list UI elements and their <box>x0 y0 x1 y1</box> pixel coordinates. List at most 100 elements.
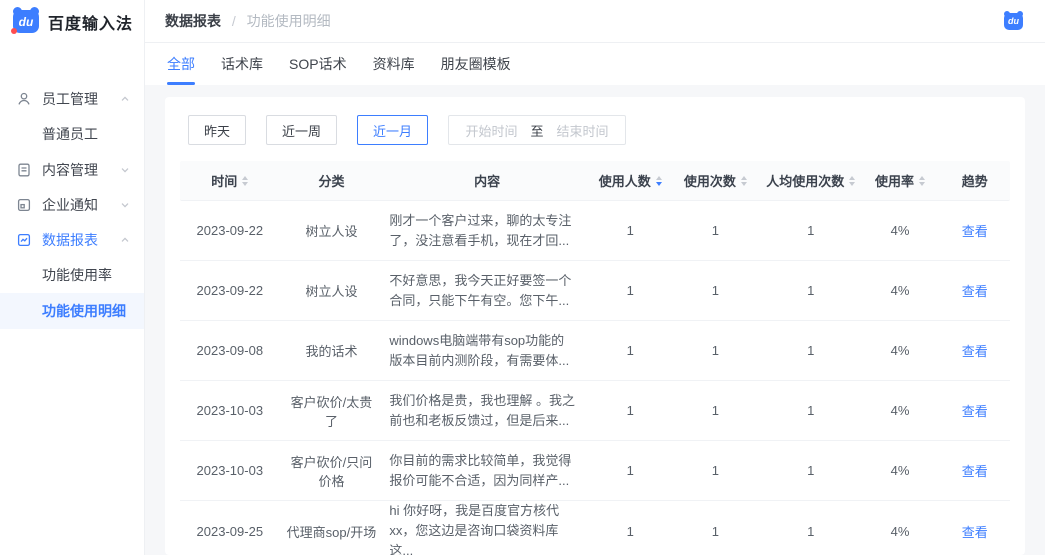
start-date-placeholder[interactable]: 开始时间 <box>466 121 518 140</box>
column-header-times[interactable]: 使用次数 <box>670 171 761 190</box>
view-link[interactable]: 查看 <box>962 284 988 299</box>
table-header-row: 时间分类内容使用人数使用次数人均使用次数使用率趋势 <box>180 161 1010 201</box>
breadcrumb: 数据报表 / 功能使用明细 <box>165 11 331 31</box>
column-label: 趋势 <box>962 171 988 190</box>
tab-sop-script[interactable]: SOP话术 <box>287 43 349 85</box>
cell-time: 2023-09-22 <box>180 283 280 298</box>
cell-users: 1 <box>591 283 670 298</box>
cell-rate: 4% <box>861 463 940 478</box>
quick-range-buttons: 昨天近一周近一月 <box>188 115 448 145</box>
cell-trend: 查看 <box>939 401 1010 420</box>
report-chart-icon <box>16 232 32 248</box>
view-link[interactable]: 查看 <box>962 344 988 359</box>
app-window: du 百度输入法 员工管理普通员工内容管理企业通知数据报表功能使用率功能使用明细… <box>0 0 1045 555</box>
cell-time: 2023-10-03 <box>180 463 280 478</box>
sort-icon[interactable] <box>741 176 747 186</box>
table-row: 2023-09-08我的话术windows电脑端带有sop功能的版本目前内测阶段… <box>180 321 1010 381</box>
filter-button-last-week[interactable]: 近一周 <box>266 115 337 145</box>
cell-content: 你目前的需求比较简单，我觉得报价可能不合适，因为同样产... <box>383 451 591 491</box>
top-bar: 数据报表 / 功能使用明细 du <box>145 0 1045 43</box>
column-header-rate[interactable]: 使用率 <box>861 171 940 190</box>
cell-time: 2023-09-25 <box>180 524 280 539</box>
cell-time: 2023-10-03 <box>180 403 280 418</box>
baidu-bear-icon: du <box>13 10 39 33</box>
cell-rate: 4% <box>861 403 940 418</box>
cell-content: 不好意思，我今天正好要签一个合同，只能下午有空。您下午... <box>383 271 591 311</box>
column-label: 分类 <box>318 171 344 190</box>
table-body: 2023-09-22树立人设刚才一个客户过来，聊的太专注了，没注意看手机，现在才… <box>180 201 1010 555</box>
view-link[interactable]: 查看 <box>962 525 988 540</box>
sidebar-group-content-management[interactable]: 内容管理 <box>0 152 144 187</box>
sidebar-group-employee-management[interactable]: 员工管理 <box>0 81 144 116</box>
sort-icon[interactable] <box>919 176 925 186</box>
sidebar-item-feature-usage-rate[interactable]: 功能使用率 <box>0 257 144 293</box>
view-link[interactable]: 查看 <box>962 464 988 479</box>
sort-icon[interactable] <box>656 176 662 186</box>
chevron-down-icon <box>120 200 130 210</box>
tab-moments-template[interactable]: 朋友圈模板 <box>439 43 513 85</box>
view-link[interactable]: 查看 <box>962 224 988 239</box>
sidebar-group-label: 员工管理 <box>42 89 120 109</box>
user-avatar-icon[interactable]: du <box>1004 13 1023 30</box>
sidebar-item-regular-employee[interactable]: 普通员工 <box>0 116 144 152</box>
breadcrumb-section[interactable]: 数据报表 <box>165 13 221 29</box>
filter-bar: 昨天近一周近一月 开始时间 至 结束时间 <box>188 115 1010 145</box>
date-range-picker[interactable]: 开始时间 至 结束时间 <box>448 115 626 145</box>
column-header-trend: 趋势 <box>939 171 1010 190</box>
cell-times: 1 <box>670 403 761 418</box>
brand-logo: du 百度输入法 <box>0 0 144 43</box>
sort-asc-caret <box>656 176 662 180</box>
cell-avg: 1 <box>761 343 861 358</box>
sort-icon[interactable] <box>849 176 855 186</box>
column-header-users[interactable]: 使用人数 <box>591 171 670 190</box>
column-header-time[interactable]: 时间 <box>180 171 280 190</box>
tab-script-library[interactable]: 话术库 <box>219 43 265 85</box>
cell-times: 1 <box>670 223 761 238</box>
sort-asc-caret <box>242 176 248 180</box>
chevron-up-icon <box>120 235 130 245</box>
sort-desc-caret <box>741 182 747 186</box>
avatar-badge-text: du <box>1008 16 1019 26</box>
cell-rate: 4% <box>861 524 940 539</box>
sort-icon[interactable] <box>242 176 248 186</box>
sidebar-group-label: 数据报表 <box>42 230 120 250</box>
cell-avg: 1 <box>761 403 861 418</box>
column-header-avg[interactable]: 人均使用次数 <box>761 171 861 190</box>
sidebar-group-label: 企业通知 <box>42 195 120 215</box>
breadcrumb-separator: / <box>232 13 236 29</box>
logo-badge-text: du <box>19 15 34 29</box>
cell-rate: 4% <box>861 343 940 358</box>
column-label: 时间 <box>211 171 237 190</box>
sidebar-nav: 员工管理普通员工内容管理企业通知数据报表功能使用率功能使用明细 <box>0 43 144 329</box>
user-icon <box>16 91 32 107</box>
filter-button-yesterday[interactable]: 昨天 <box>188 115 246 145</box>
cell-avg: 1 <box>761 463 861 478</box>
cell-time: 2023-09-22 <box>180 223 280 238</box>
view-link[interactable]: 查看 <box>962 404 988 419</box>
sort-asc-caret <box>849 176 855 180</box>
cell-trend: 查看 <box>939 221 1010 240</box>
sidebar-group-data-report[interactable]: 数据报表 <box>0 222 144 257</box>
cell-users: 1 <box>591 463 670 478</box>
cell-category: 客户砍价/只问价格 <box>280 452 384 490</box>
sort-desc-caret <box>849 182 855 186</box>
sidebar-item-feature-usage-detail[interactable]: 功能使用明细 <box>0 293 144 329</box>
cell-category: 客户砍价/太贵了 <box>280 392 384 430</box>
end-date-placeholder[interactable]: 结束时间 <box>557 121 609 140</box>
filter-button-last-month[interactable]: 近一月 <box>357 115 428 145</box>
column-label: 使用人数 <box>599 171 651 190</box>
usage-table: 时间分类内容使用人数使用次数人均使用次数使用率趋势 2023-09-22树立人设… <box>180 161 1010 555</box>
tab-material-library[interactable]: 资料库 <box>371 43 417 85</box>
tab-all[interactable]: 全部 <box>165 43 197 85</box>
cell-users: 1 <box>591 343 670 358</box>
sidebar-group-enterprise-notice[interactable]: 企业通知 <box>0 187 144 222</box>
cell-content: 我们价格是贵，我也理解 。我之前也和老板反馈过，但是后来... <box>383 391 591 431</box>
sidebar-group-label: 内容管理 <box>42 160 120 180</box>
cell-users: 1 <box>591 403 670 418</box>
cell-rate: 4% <box>861 223 940 238</box>
cell-avg: 1 <box>761 283 861 298</box>
sidebar: du 百度输入法 员工管理普通员工内容管理企业通知数据报表功能使用率功能使用明细 <box>0 0 145 555</box>
main-area: 数据报表 / 功能使用明细 du 全部话术库SOP话术资料库朋友圈模板 昨天近一… <box>145 0 1045 555</box>
brand-name: 百度输入法 <box>48 10 133 34</box>
sort-desc-caret <box>919 182 925 186</box>
